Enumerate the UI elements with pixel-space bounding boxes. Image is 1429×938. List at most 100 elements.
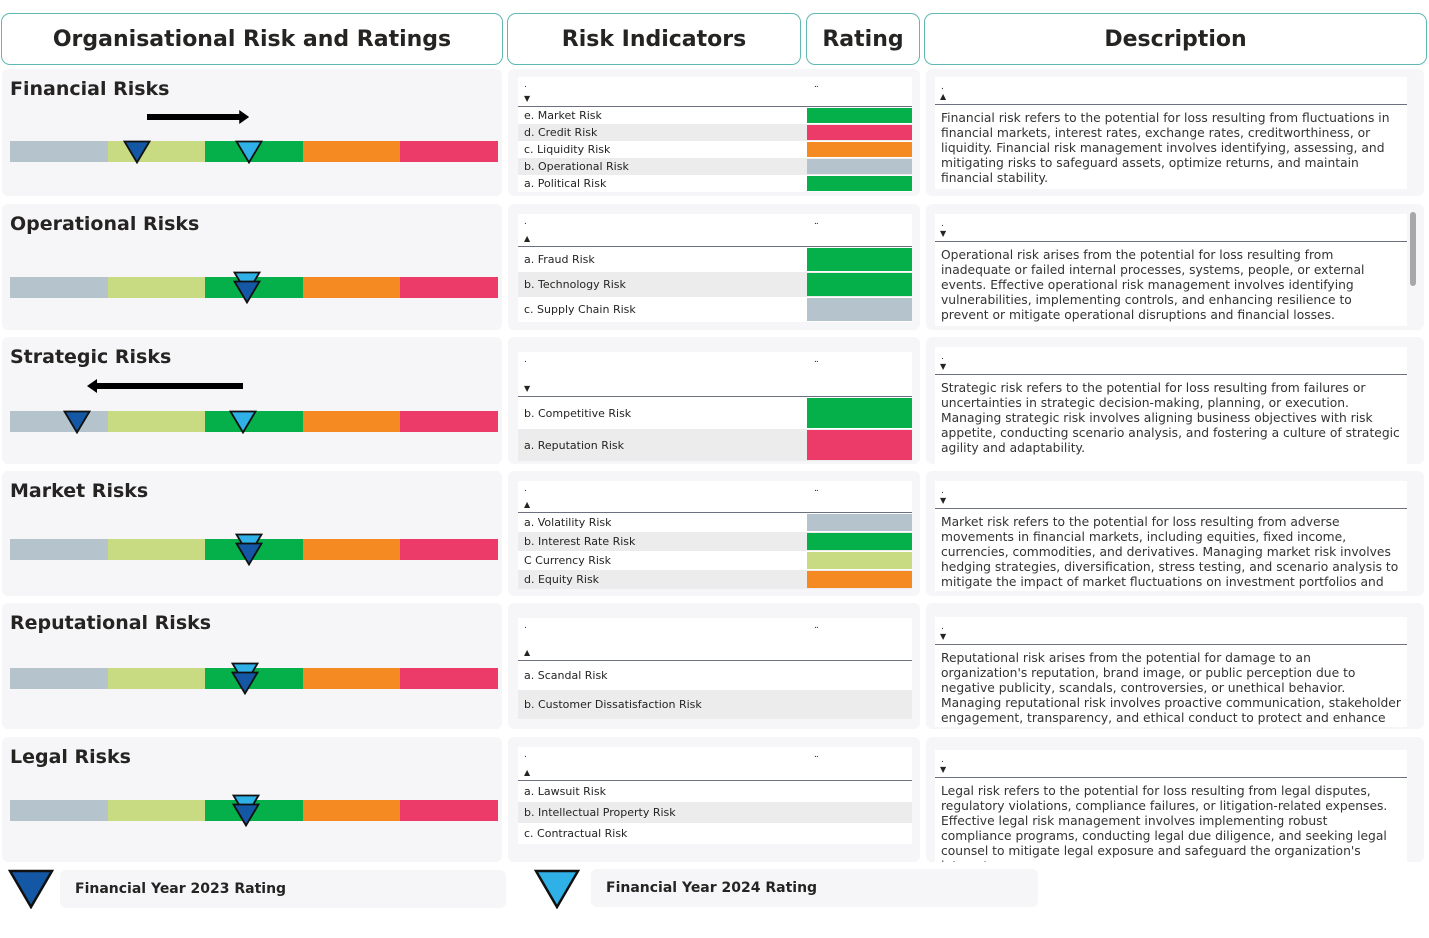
fy2023-marker-icon [235,542,264,566]
column-header-description[interactable]: . [941,220,944,229]
column-header-description[interactable]: . [941,756,944,765]
description-text: Reputational risk arises from the potent… [941,651,1401,727]
indicator-label: d. Equity Risk [524,573,600,586]
table-row[interactable]: a. Lawsuit Risk [518,781,912,802]
column-header-description[interactable]: . [941,623,944,632]
sort-descending-icon[interactable]: ▼ [940,363,946,371]
sort-ascending-icon[interactable]: ▲ [524,235,530,243]
table-row[interactable]: c. Contractual Risk [518,823,912,844]
table-row[interactable]: b. Technology Risk [518,272,912,297]
column-header-indicator[interactable]: . [524,218,527,227]
description-scrollbar[interactable] [1410,212,1416,286]
table-row[interactable]: a. Political Risk [518,175,912,192]
table-row[interactable]: c. Supply Chain Risk [518,297,912,322]
description-table: . ▲ Financial risk refers to the potenti… [935,77,1407,189]
indicators-table: . ▼ .. b. Competitive Risk a. Reputation R… [518,352,912,461]
category-title: Operational Risks [10,213,200,235]
table-row[interactable]: a. Scandal Risk [518,661,912,690]
column-header-rating[interactable]: .. [814,622,819,631]
category-title: Legal Risks [10,746,131,768]
column-header-description[interactable]: . [941,83,944,92]
sort-descending-icon[interactable]: ▼ [940,497,946,505]
column-header-rating[interactable]: .. [814,81,819,90]
rating-scale-segment-4 [302,668,401,689]
trend-arrow-left-icon [86,379,244,393]
table-row[interactable]: a. Reputation Risk [518,429,912,461]
sort-descending-icon[interactable]: ▼ [940,230,946,238]
description-header[interactable]: . ▼ [935,214,1407,242]
column-header-indicator[interactable]: . [524,81,527,90]
column-header-indicator[interactable]: . [524,356,527,365]
sort-ascending-icon[interactable]: ▲ [524,769,530,777]
trend-arrow-right-icon [146,110,250,124]
description-table: . ▼ Legal risk refers to the potential f… [935,750,1407,862]
table-row[interactable]: c. Liquidity Risk [518,141,912,158]
table-header[interactable]: . ▲ .. [518,747,912,781]
sort-descending-icon[interactable]: ▼ [940,633,946,641]
table-row[interactable]: b. Operational Risk [518,158,912,175]
description-header[interactable]: . ▼ [935,347,1407,375]
column-header-rating[interactable]: .. [814,218,819,227]
rating-cell [807,273,912,296]
strategic-risks-gauge-card: Strategic Risks [2,337,502,464]
category-title: Financial Risks [10,78,170,100]
column-header-indicator[interactable]: . [524,485,527,494]
description-text: Financial risk refers to the potential f… [941,111,1390,185]
header-risk-indicators-label: Risk Indicators [561,26,747,52]
fy2023-triangle [8,869,54,909]
table-row[interactable]: C Currency Risk [518,551,912,570]
fy2024-marker-icon-shape [229,410,258,434]
rating-cell [807,142,912,157]
column-header-rating[interactable]: .. [814,751,819,760]
table-row[interactable]: e. Market Risk [518,107,912,124]
sort-ascending-icon[interactable]: ▲ [524,501,530,509]
description-header[interactable]: . ▼ [935,481,1407,509]
rating-scale-segment-5 [400,539,498,560]
operational-risks-gauge-card: Operational Risks [2,204,502,330]
fy2023-marker-icon [8,869,54,909]
column-header-description[interactable]: . [941,353,944,362]
table-row[interactable]: a. Volatility Risk [518,513,912,532]
legend-fy2023-label: Financial Year 2023 Rating [75,881,287,897]
description-header[interactable]: . ▼ [935,750,1407,778]
legend-fy2023: Financial Year 2023 Rating [60,870,506,908]
table-row[interactable]: b. Competitive Risk [518,397,912,429]
table-row[interactable]: d. Credit Risk [518,124,912,141]
rating-cell [807,803,912,822]
rating-scale-segment-5 [400,411,498,432]
reputational-risks-description-card: . ▼ Reputational risk arises from the po… [926,603,1424,729]
table-row[interactable]: d. Equity Risk [518,570,912,589]
reputational-risks-indicators-card: . ▲ .. a. Scandal Risk b. Customer Dissati… [508,603,920,729]
fy2023-marker-icon-shape [231,671,260,695]
sort-descending-icon[interactable]: ▼ [524,385,530,393]
sort-ascending-icon[interactable]: ▲ [524,649,530,657]
rating-cell [807,108,912,123]
description-header[interactable]: . ▲ [935,77,1407,105]
indicator-label: b. Interest Rate Risk [524,535,636,548]
market-risks-gauge-card: Market Risks [2,471,502,596]
sort-descending-icon[interactable]: ▼ [524,95,530,103]
indicators-table: . ▲ .. a. Fraud Risk b. Technology Risk c. … [518,214,912,322]
table-header[interactable]: . ▲ .. [518,214,912,247]
column-header-rating[interactable]: .. [814,356,819,365]
column-header-indicator[interactable]: . [524,751,527,760]
table-header[interactable]: . ▼ .. [518,352,912,397]
fy2023-marker-icon [231,671,260,695]
table-row[interactable]: a. Fraud Risk [518,247,912,272]
table-header[interactable]: . ▲ .. [518,618,912,661]
rating-cell [807,691,912,718]
description-header[interactable]: . ▼ [935,617,1407,645]
sort-ascending-icon[interactable]: ▲ [940,93,946,101]
table-header[interactable]: . ▼ .. [518,77,912,107]
indicator-label: C Currency Risk [524,554,612,567]
table-row[interactable]: b. Intellectual Property Risk [518,802,912,823]
column-header-indicator[interactable]: . [524,622,527,631]
column-header-rating[interactable]: .. [814,485,819,494]
rating-cell [807,125,912,140]
table-row[interactable]: b. Interest Rate Risk [518,532,912,551]
table-row[interactable]: b. Customer Dissatisfaction Risk [518,690,912,719]
column-header-description[interactable]: . [941,487,944,496]
operational-risks-indicators-card: . ▲ .. a. Fraud Risk b. Technology Risk c. … [508,204,920,330]
sort-descending-icon[interactable]: ▼ [940,766,946,774]
table-header[interactable]: . ▲ .. [518,481,912,513]
